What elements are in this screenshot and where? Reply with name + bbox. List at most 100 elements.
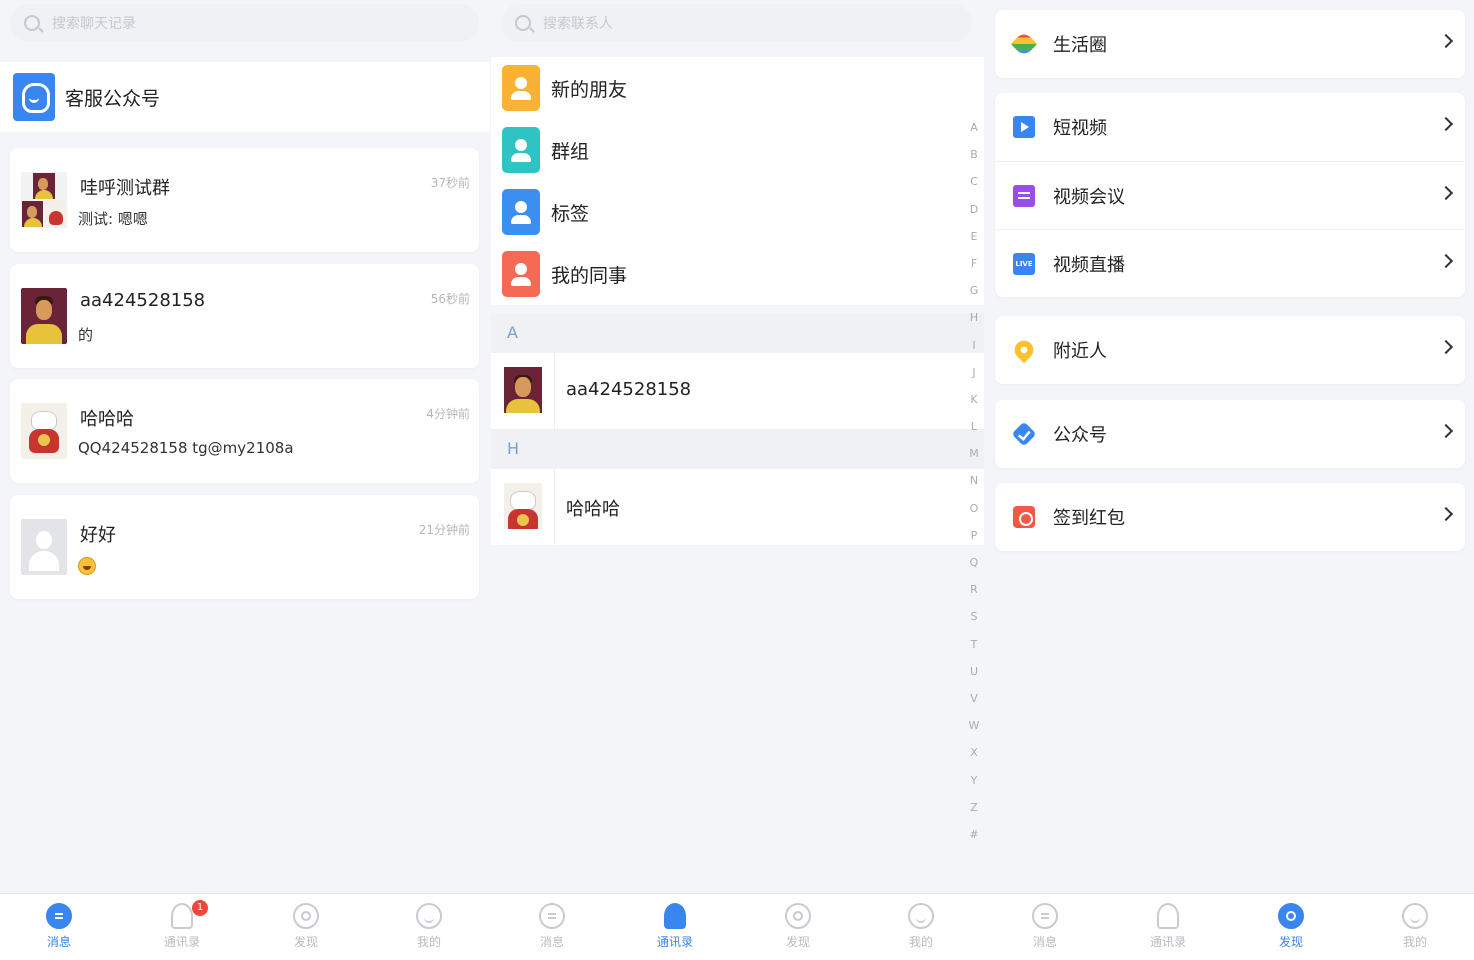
- chat-item[interactable]: 好好 21分钟前: [10, 495, 479, 599]
- contacts-icon: [664, 903, 686, 929]
- alphabet-letter[interactable]: V: [970, 685, 978, 712]
- tags-entry[interactable]: 标签: [491, 181, 984, 243]
- alphabet-letter[interactable]: G: [970, 277, 979, 304]
- compass-icon: [785, 903, 811, 929]
- chat-search-input[interactable]: 搜索聊天记录: [10, 4, 479, 42]
- tab-label: 消息: [539, 935, 564, 949]
- location-pin-icon: [1010, 336, 1038, 364]
- entry-label: 新的朋友: [551, 78, 628, 101]
- tab-label: 我的: [908, 935, 933, 949]
- alphabet-letter[interactable]: H: [970, 304, 978, 331]
- discover-group: 生活圈: [995, 10, 1465, 78]
- alphabet-letter[interactable]: F: [971, 250, 977, 277]
- chat-preview: 测试: 嗯嗯: [78, 210, 148, 228]
- alphabet-letter[interactable]: Q: [970, 549, 979, 576]
- alphabet-letter[interactable]: A: [970, 114, 978, 141]
- tab-contacts[interactable]: 通讯录: [1118, 894, 1218, 960]
- chat-search-placeholder: 搜索聊天记录: [52, 16, 136, 32]
- tab-messages[interactable]: 消息: [502, 894, 602, 960]
- user-avatar: [21, 288, 67, 344]
- alphabet-letter[interactable]: N: [970, 467, 978, 494]
- colleagues-entry[interactable]: 我的同事: [491, 243, 984, 305]
- contact-row[interactable]: 哈哈哈: [491, 469, 984, 545]
- discover-panel: 生活圈 短视频 视频会议 LIVE 视频直播 附近人 公众号 签到红包: [985, 0, 1474, 893]
- chat-name: 好好: [80, 525, 116, 546]
- alphabet-letter[interactable]: E: [971, 223, 978, 250]
- chat-item[interactable]: 哈哈哈 QQ424528158 tg@my2108a 4分钟前: [10, 379, 479, 483]
- discover-label: 生活圈: [1053, 35, 1107, 56]
- chevron-right-icon: [1438, 116, 1454, 132]
- tab-label: 发现: [1278, 935, 1303, 949]
- official-accounts-row[interactable]: 公众号: [995, 400, 1465, 468]
- live-icon: LIVE: [1013, 252, 1035, 275]
- video-meeting-row[interactable]: 视频会议: [995, 161, 1465, 229]
- tab-contacts[interactable]: 1 通讯录: [132, 894, 232, 960]
- chat-item[interactable]: aa424528158 的 56秒前: [10, 264, 479, 368]
- alphabet-letter[interactable]: R: [970, 576, 978, 603]
- alphabet-letter[interactable]: M: [969, 440, 979, 467]
- laughing-emoji-icon: [78, 557, 96, 575]
- alphabet-letter[interactable]: X: [970, 739, 978, 766]
- alphabet-letter[interactable]: P: [971, 522, 978, 549]
- message-icon: [1032, 903, 1058, 929]
- alphabet-letter[interactable]: O: [970, 495, 979, 522]
- messages-panel: 搜索聊天记录 客服公众号 哇呼测试群 测试: 嗯嗯 37秒前 aa4245281…: [0, 0, 490, 893]
- contact-search-input[interactable]: 搜索联系人: [501, 4, 972, 42]
- alphabet-letter[interactable]: Z: [970, 794, 978, 821]
- alphabet-letter[interactable]: S: [971, 603, 978, 630]
- discover-label: 公众号: [1053, 425, 1107, 446]
- groups-entry[interactable]: 群组: [491, 119, 984, 181]
- group-icon: [502, 127, 540, 173]
- tab-label: 消息: [46, 935, 71, 949]
- alphabet-letter[interactable]: C: [970, 168, 978, 195]
- alphabet-letter[interactable]: Y: [971, 767, 978, 794]
- alphabet-letter[interactable]: L: [971, 413, 977, 440]
- discover-group: 短视频 视频会议 LIVE 视频直播: [995, 93, 1465, 297]
- alphabet-letter[interactable]: I: [972, 332, 975, 359]
- tab-me[interactable]: 我的: [1365, 894, 1465, 960]
- tab-messages[interactable]: 消息: [9, 894, 109, 960]
- alphabet-letter[interactable]: #: [969, 821, 978, 848]
- alphabet-letter[interactable]: W: [969, 712, 980, 739]
- tab-discover[interactable]: 发现: [1241, 894, 1341, 960]
- service-account-row[interactable]: 客服公众号: [0, 62, 490, 132]
- section-header-a: A: [491, 313, 984, 353]
- group-avatar: [21, 172, 67, 228]
- checkin-red-packet-row[interactable]: 签到红包: [995, 483, 1465, 551]
- message-icon: [46, 903, 72, 929]
- play-icon: [1013, 116, 1035, 138]
- tab-label: 我的: [416, 935, 441, 949]
- alphabet-letter[interactable]: K: [970, 386, 977, 413]
- discover-label: 短视频: [1053, 118, 1107, 139]
- contact-search-placeholder: 搜索联系人: [543, 16, 613, 32]
- tag-icon: [502, 189, 540, 235]
- unread-badge: 1: [192, 900, 208, 916]
- moments-row[interactable]: 生活圈: [995, 10, 1465, 78]
- alphabet-index[interactable]: A B C D E F G H I J K L M N O P Q R S T U V W X Y Z #: [967, 114, 981, 848]
- discover-label: 签到红包: [1053, 508, 1125, 529]
- discover-label: 附近人: [1053, 341, 1107, 362]
- tab-contacts[interactable]: 通讯录: [625, 894, 725, 960]
- tab-me[interactable]: 我的: [379, 894, 479, 960]
- lucky-cat-avatar: [504, 483, 542, 529]
- tab-discover[interactable]: 发现: [748, 894, 848, 960]
- discover-label: 视频会议: [1053, 186, 1125, 208]
- alphabet-letter[interactable]: J: [972, 359, 975, 386]
- tab-messages[interactable]: 消息: [995, 894, 1095, 960]
- default-avatar: [21, 519, 67, 575]
- tab-me[interactable]: 我的: [871, 894, 971, 960]
- alphabet-letter[interactable]: B: [970, 141, 978, 168]
- nearby-row[interactable]: 附近人: [995, 316, 1465, 384]
- contact-row[interactable]: aa424528158: [491, 353, 984, 429]
- alphabet-letter[interactable]: D: [970, 196, 978, 223]
- alphabet-letter[interactable]: T: [971, 631, 978, 658]
- new-friends-entry[interactable]: 新的朋友: [491, 57, 984, 119]
- tab-discover[interactable]: 发现: [256, 894, 356, 960]
- short-video-row[interactable]: 短视频: [995, 93, 1465, 161]
- chat-name: aa424528158: [80, 290, 206, 311]
- chat-preview: QQ424528158 tg@my2108a: [78, 439, 294, 457]
- headset-icon: [13, 73, 55, 121]
- alphabet-letter[interactable]: U: [970, 658, 978, 685]
- live-stream-row[interactable]: LIVE 视频直播: [995, 229, 1465, 297]
- chat-item[interactable]: 哇呼测试群 测试: 嗯嗯 37秒前: [10, 148, 479, 252]
